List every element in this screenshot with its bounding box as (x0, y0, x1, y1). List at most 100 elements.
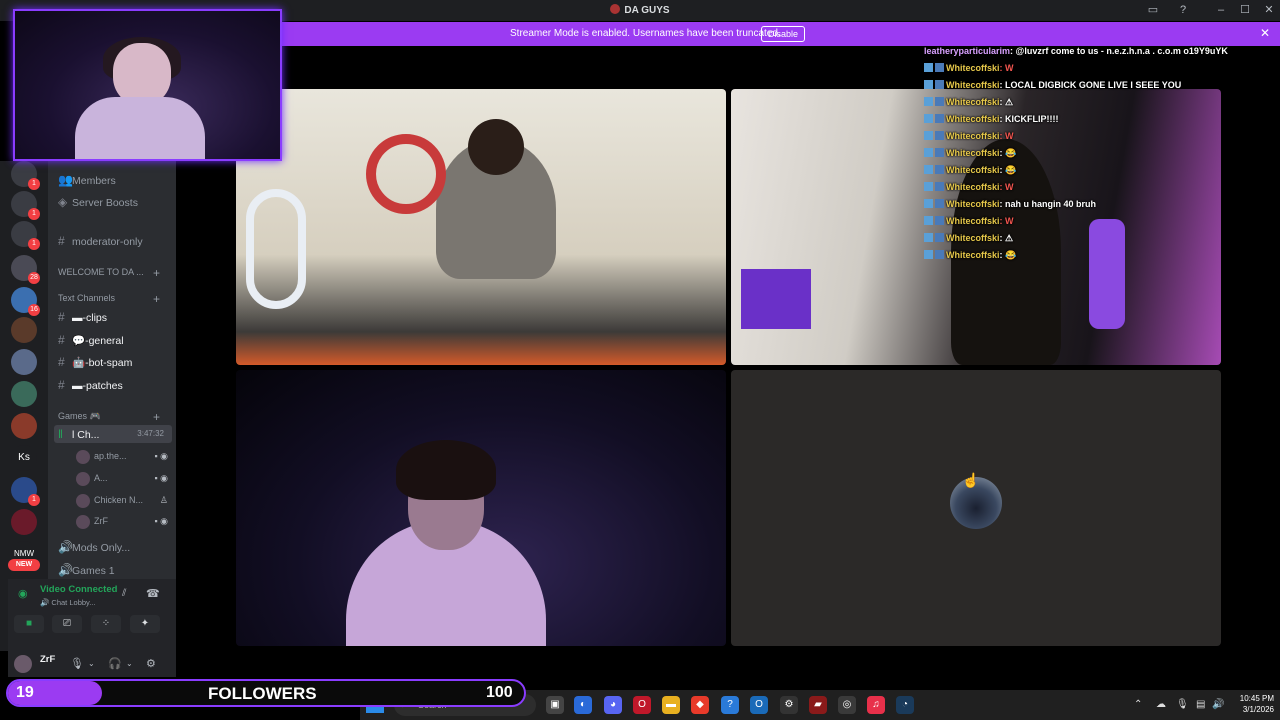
chat-message: Whitecoffski: W (924, 182, 1014, 198)
voice-member[interactable]: ZrF ▪ ◉ (76, 512, 168, 530)
voice-member[interactable]: Chicken N... ♙ (76, 491, 168, 509)
voice-channel-name[interactable]: 🔊 Chat Lobby... (40, 598, 95, 607)
chat-badge-icon (924, 165, 933, 174)
category-welcome[interactable]: WELCOME TO DA ... + (58, 266, 160, 280)
close-window-button[interactable]: ✕ (1258, 2, 1280, 18)
server-icon-10[interactable]: 1 (11, 477, 40, 506)
channel-bot-spam[interactable]: # 🤖-bot-spam (58, 353, 174, 371)
server-icon-7[interactable] (11, 349, 37, 375)
category-games[interactable]: Games 🎮 + (58, 410, 160, 424)
add-channel-icon[interactable]: + (153, 292, 160, 306)
maximize-button[interactable]: ☐ (1234, 2, 1256, 18)
chat-badge-icon (924, 199, 933, 208)
voice-channel-games1[interactable]: 🔊Games 1 (58, 561, 174, 579)
chevron-down-icon[interactable]: ⌄ (126, 659, 133, 668)
help-app-icon[interactable]: ? (721, 696, 739, 714)
stream-chat-overlay: leatheryparticularim: @luvzrf come to us… (924, 46, 1280, 272)
user-panel: ZrF 🎙 ⌄ 🎧 ⌄ ⚙ (8, 651, 176, 677)
system-clock[interactable]: 10:45 PM 3/1/2026 (1232, 693, 1274, 715)
chat-text: : 😂 (999, 165, 1017, 175)
chat-username: Whitecoffski (946, 97, 1000, 107)
game-app-icon[interactable]: ▰ (809, 696, 827, 714)
minimize-button[interactable]: – (1210, 2, 1232, 18)
server-icon-8[interactable] (11, 381, 37, 407)
cloud-icon[interactable]: ☁ (1156, 699, 1166, 710)
members-label: Members (72, 175, 116, 187)
server-icon-5[interactable]: 16 (11, 287, 40, 316)
speaker-icon: 🔊 (58, 540, 73, 554)
channel-patches[interactable]: # ▬-patches (58, 376, 174, 394)
chat-message: Whitecoffski: W (924, 63, 1014, 79)
volume-icon[interactable]: 🔊 (1212, 699, 1224, 710)
server-icon-11[interactable] (11, 509, 37, 535)
unread-badge: 16 (28, 304, 40, 316)
help-icon[interactable]: ? (1172, 2, 1194, 18)
channel-label: Mods Only... (72, 542, 131, 554)
activities-button[interactable]: ⁘ (91, 615, 121, 633)
mic-tray-icon[interactable]: 🎙 (1176, 699, 1189, 710)
music-app-icon[interactable]: ♫ (867, 696, 885, 714)
video-tile-3[interactable] (236, 370, 726, 646)
settings-gear-icon[interactable]: ⚙ (146, 657, 156, 670)
voice-activity-icon: ‖ (58, 427, 63, 441)
voice-status[interactable]: Video Connected (40, 584, 117, 595)
members-icon: 👥 (58, 173, 73, 187)
server-boosts-label: Server Boosts (72, 197, 138, 209)
noise-suppression-icon[interactable]: ⫽ (122, 588, 126, 599)
settings-app-icon[interactable]: ⚙ (780, 696, 798, 714)
server-icon-4[interactable]: 28 (11, 255, 40, 284)
file-explorer-icon[interactable]: ▬ (662, 696, 680, 714)
server-icon-6[interactable] (11, 317, 37, 343)
unread-badge: 28 (28, 272, 40, 284)
server-icon-ks[interactable]: Ks (11, 445, 37, 471)
server-icon-2[interactable]: 1 (11, 191, 40, 220)
tray-overflow-icon[interactable]: ⌃ (1134, 699, 1142, 710)
signal-icon[interactable]: ◉ (18, 587, 28, 600)
chat-message: leatheryparticularim: @luvzrf come to us… (924, 46, 1228, 62)
discord-app-icon[interactable]: ◕ (604, 696, 622, 714)
new-pill: NEW (8, 559, 40, 571)
server-boosts-item[interactable]: ◈ Server Boosts (58, 193, 174, 211)
voice-channel-active[interactable]: ‖ l Ch... 3:47:32 (54, 425, 172, 443)
microphone-icon[interactable]: 🎙 (70, 657, 84, 670)
chevron-down-icon[interactable]: ⌄ (88, 659, 95, 668)
video-tile-4[interactable] (731, 370, 1221, 646)
outlook-icon[interactable]: O (750, 696, 768, 714)
server-icon-1[interactable]: 1 (11, 161, 40, 190)
red-app-icon[interactable]: ◆ (691, 696, 709, 714)
voice-channel-mods-only[interactable]: 🔊Mods Only... (58, 538, 174, 556)
add-channel-icon[interactable]: + (153, 410, 160, 424)
disconnect-icon[interactable]: ☎ (146, 587, 160, 600)
steam-icon[interactable]: ◔ (896, 696, 914, 714)
server-icon-9[interactable] (11, 413, 37, 439)
voice-member[interactable]: A... ▪ ◉ (76, 469, 168, 487)
webcam-shirt (75, 97, 205, 159)
close-banner-icon[interactable]: ✕ (1260, 26, 1270, 40)
video-tile-1[interactable] (236, 89, 726, 365)
username[interactable]: ZrF (40, 654, 55, 665)
voice-connection-panel: ◉ Video Connected 🔊 Chat Lobby... ⫽ ☎ ■ … (8, 579, 176, 651)
copilot-icon[interactable]: ◐ (574, 696, 592, 714)
headphones-icon[interactable]: 🎧 (108, 657, 122, 670)
network-icon[interactable]: ▤ (1196, 699, 1205, 710)
voice-member[interactable]: ap.the... ▪ ◉ (76, 447, 168, 465)
disable-streamer-mode-button[interactable]: Disable (761, 26, 805, 42)
screen-share-button[interactable]: ⎚ (52, 615, 82, 633)
chat-badge-icon (935, 114, 944, 123)
chat-message: Whitecoffski: 😂 (924, 165, 1016, 181)
channel-clips[interactable]: # ▬-clips (58, 308, 174, 326)
user-avatar[interactable] (14, 655, 32, 673)
task-view-icon[interactable]: ▣ (546, 696, 564, 714)
opera-icon[interactable]: O (633, 696, 651, 714)
chrome-icon[interactable]: ◎ (838, 696, 856, 714)
server-icon-3[interactable]: 1 (11, 221, 40, 250)
channel-general[interactable]: # 💬-general (58, 331, 174, 349)
inbox-icon[interactable]: ▭ (1142, 2, 1164, 18)
channel-label: ▬-clips (72, 312, 108, 324)
add-channel-icon[interactable]: + (153, 266, 160, 280)
camera-button[interactable]: ■ (14, 615, 44, 633)
members-item[interactable]: 👥Members (58, 171, 174, 189)
soundboard-button[interactable]: ✦ (130, 615, 160, 633)
channel-moderator-only[interactable]: # moderator-only (58, 232, 174, 250)
category-text-channels[interactable]: Text Channels + (58, 292, 160, 306)
